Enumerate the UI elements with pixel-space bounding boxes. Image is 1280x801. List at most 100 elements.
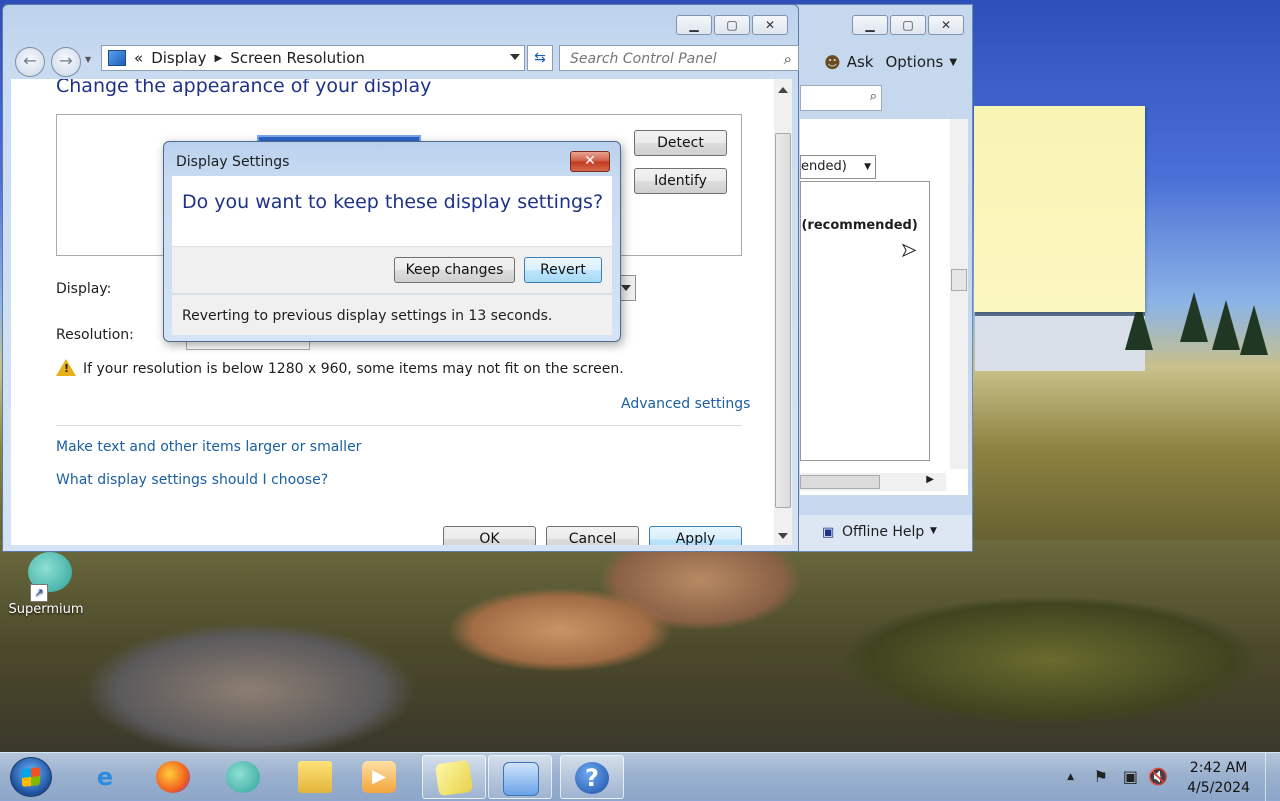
dialog-status-row: Reverting to previous display settings i… (172, 294, 612, 335)
help-scrollbar[interactable] (950, 119, 968, 469)
warning-text: If your resolution is below 1280 x 960, … (83, 361, 624, 377)
forward-button[interactable]: → (51, 47, 81, 77)
help-window[interactable]: ▁ ▢ ✕ ☻ Ask Options ▼ ⌕ ended) ▼ ) (reco… (791, 4, 973, 552)
taskbar-help[interactable]: ? (560, 755, 624, 799)
chevron-right-icon[interactable]: ▶ (214, 53, 222, 64)
recommended-item[interactable]: ) (recommended) (791, 218, 918, 233)
main-caption-buttons: ▁ ▢ ✕ (676, 15, 788, 35)
close-button[interactable]: ✕ (752, 15, 788, 35)
options-button[interactable]: Options (885, 53, 943, 71)
countdown-text: Reverting to previous display settings i… (182, 308, 553, 324)
maximize-button[interactable]: ▢ (890, 15, 926, 35)
help-hscrollbar[interactable]: ▶ (800, 473, 946, 491)
taskbar-internet-explorer[interactable]: e (74, 755, 138, 799)
chevron-right-icon: ▶ (926, 474, 934, 485)
detect-button[interactable]: Detect (634, 130, 727, 156)
show-hidden-icons-icon[interactable]: ▲ (1067, 772, 1074, 782)
resolution-dropdown[interactable] (186, 341, 310, 350)
advanced-settings-link[interactable]: Advanced settings (621, 396, 750, 412)
identify-button[interactable]: Identify (634, 168, 727, 194)
dialog-button-row: Keep changes Revert (172, 246, 612, 293)
mouse-cursor-icon: ➤ (900, 240, 917, 262)
warning-icon: ! (56, 359, 76, 376)
display-settings-dialog[interactable]: Display Settings ✕ Do you want to keep t… (163, 141, 621, 342)
minimize-button[interactable]: ▁ (676, 15, 712, 35)
dialog-close-button[interactable]: ✕ (570, 151, 610, 172)
revert-button[interactable]: Revert (524, 257, 602, 283)
resolution-label: Resolution: (56, 327, 134, 343)
breadcrumb-display[interactable]: Display (151, 49, 206, 67)
help-combo-fragment[interactable]: ended) ▼ (800, 155, 876, 179)
shortcut-arrow-icon: ↗ (30, 584, 48, 602)
chevron-down-icon[interactable] (510, 54, 520, 60)
desktop-tree (1240, 305, 1268, 355)
cancel-button[interactable]: Cancel (546, 526, 639, 545)
search-icon: ⌕ (869, 89, 877, 104)
scroll-down-icon[interactable] (778, 533, 788, 539)
refresh-button[interactable]: ⇆ (527, 45, 553, 71)
firefox-icon (156, 761, 190, 793)
scroll-thumb[interactable] (951, 269, 967, 291)
chevron-down-icon: ▼ (930, 526, 937, 536)
breadcrumb-screen-resolution[interactable]: Screen Resolution (230, 49, 365, 67)
action-center-flag-icon[interactable]: ⚑ (1094, 767, 1108, 786)
desktop-tree (1180, 292, 1208, 342)
help-statusbar: ▣ Offline Help ▼ (796, 515, 972, 551)
volume-muted-icon[interactable]: 🔇 (1148, 767, 1168, 786)
desktop-icon-supermium[interactable]: ↗ Supermium (6, 552, 86, 617)
chevron-down-icon: ▼ (949, 56, 958, 68)
main-scrollbar[interactable] (774, 79, 792, 545)
desktop-tree (1212, 300, 1240, 350)
maximize-button[interactable]: ▢ (714, 15, 750, 35)
media-player-icon: ▶ (362, 761, 396, 793)
scroll-thumb[interactable] (775, 133, 791, 508)
supermium-icon (226, 761, 260, 793)
ask-button[interactable]: Ask (847, 53, 874, 71)
keep-changes-button[interactable]: Keep changes (394, 257, 515, 283)
chevron-down-icon: ▼ (864, 162, 871, 172)
offline-help-icon: ▣ (822, 525, 835, 540)
help-search-input[interactable]: ⌕ (800, 85, 882, 111)
folder-icon (298, 761, 332, 793)
taskbar-sticky-notes[interactable] (422, 755, 486, 799)
display-label: Display: (56, 281, 112, 297)
desktop-house (975, 310, 1145, 371)
offline-help-button[interactable]: Offline Help (842, 524, 924, 540)
back-button[interactable]: ← (15, 47, 45, 77)
close-button[interactable]: ✕ (928, 15, 964, 35)
desktop-rocks (0, 540, 1280, 752)
address-bar[interactable]: « Display ▶ Screen Resolution (101, 45, 525, 71)
text-size-link[interactable]: Make text and other items larger or smal… (56, 439, 361, 455)
desktop-icon-label: Supermium (8, 602, 84, 617)
divider (56, 425, 742, 426)
clock[interactable]: 2:42 AM 4/5/2024 (1187, 758, 1250, 798)
recent-pages-icon[interactable]: ▼ (85, 55, 91, 64)
internet-explorer-icon: e (96, 763, 114, 791)
apply-button[interactable]: Apply (649, 526, 742, 545)
taskbar-control-panel[interactable] (488, 755, 552, 799)
help-toolbar: ☻ Ask Options ▼ (796, 45, 972, 79)
taskbar: e ▶ ? ▲ ⚑ ▣ 🔇 2:42 AM 4/5/2024 (0, 752, 1280, 801)
scroll-up-icon[interactable] (778, 87, 788, 93)
ok-button[interactable]: OK (443, 526, 536, 545)
search-icon[interactable]: ⌕ (784, 47, 792, 71)
page-title: Change the appearance of your display (56, 79, 432, 97)
search-box[interactable]: ⌕ (559, 45, 799, 72)
search-input[interactable] (568, 46, 762, 72)
show-desktop-button[interactable] (1265, 753, 1280, 801)
minimize-button[interactable]: ▁ (852, 15, 888, 35)
windows-logo-icon (22, 767, 40, 787)
taskbar-media-player[interactable]: ▶ (348, 755, 412, 799)
start-button[interactable] (10, 757, 52, 797)
display-help-link[interactable]: What display settings should I choose? (56, 472, 328, 488)
taskbar-file-explorer[interactable] (284, 755, 348, 799)
breadcrumb-root[interactable]: « (134, 49, 143, 67)
taskbar-firefox[interactable] (142, 755, 206, 799)
dialog-question: Do you want to keep these display settin… (182, 191, 604, 213)
help-caption-buttons: ▁ ▢ ✕ (852, 15, 964, 35)
help-resolution-list[interactable]: ) (recommended) ➤ (791, 181, 930, 461)
sticky-note[interactable] (974, 106, 1145, 312)
network-icon[interactable]: ▣ (1123, 767, 1138, 786)
ask-icon: ☻ (824, 52, 841, 72)
taskbar-supermium[interactable] (212, 755, 276, 799)
